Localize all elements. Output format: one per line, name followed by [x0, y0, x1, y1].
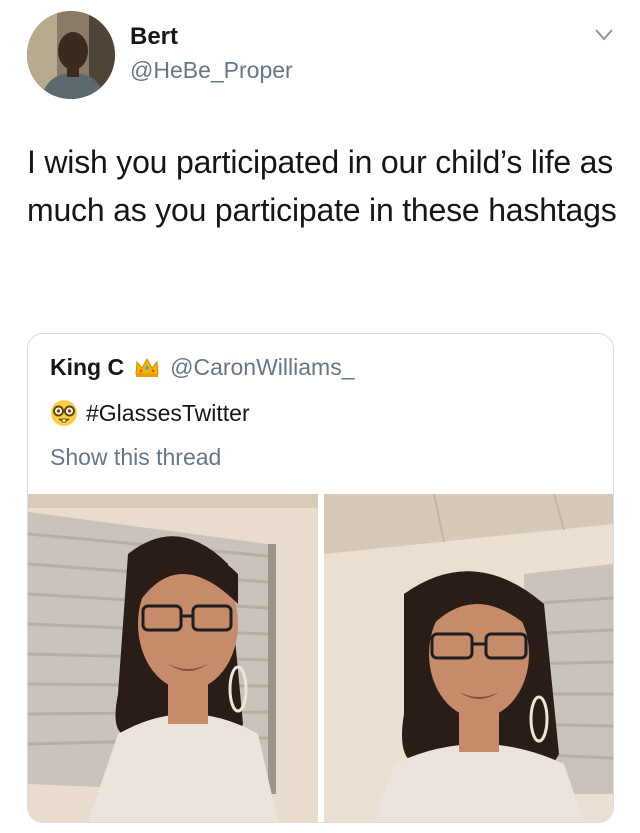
crown-emoji-icon: [135, 357, 159, 377]
tweet: Bert @HeBe_Proper I wish you participate…: [0, 0, 640, 833]
quoted-photo-1[interactable]: [28, 494, 318, 822]
chevron-down-icon[interactable]: [594, 28, 614, 42]
author-handle[interactable]: @HeBe_Proper: [130, 56, 293, 84]
hashtag-link[interactable]: #GlassesTwitter: [86, 400, 250, 427]
quoted-author-handle: @CaronWilliams_: [170, 353, 355, 380]
quoted-tweet-card[interactable]: King C @CaronWilliams_ #GlassesTwitter S…: [27, 333, 614, 823]
author-name[interactable]: Bert: [130, 22, 178, 52]
quoted-photo-2[interactable]: [324, 494, 613, 822]
author-avatar[interactable]: [27, 11, 115, 99]
show-thread-link[interactable]: Show this thread: [50, 444, 221, 471]
quoted-author-name: King C: [50, 353, 125, 380]
tweet-text: I wish you participated in our child’s l…: [27, 144, 617, 228]
nerd-face-emoji-icon: [51, 400, 77, 426]
quoted-tweet-text: #GlassesTwitter: [50, 399, 250, 427]
quoted-tweet-header: King C @CaronWilliams_: [50, 352, 355, 382]
